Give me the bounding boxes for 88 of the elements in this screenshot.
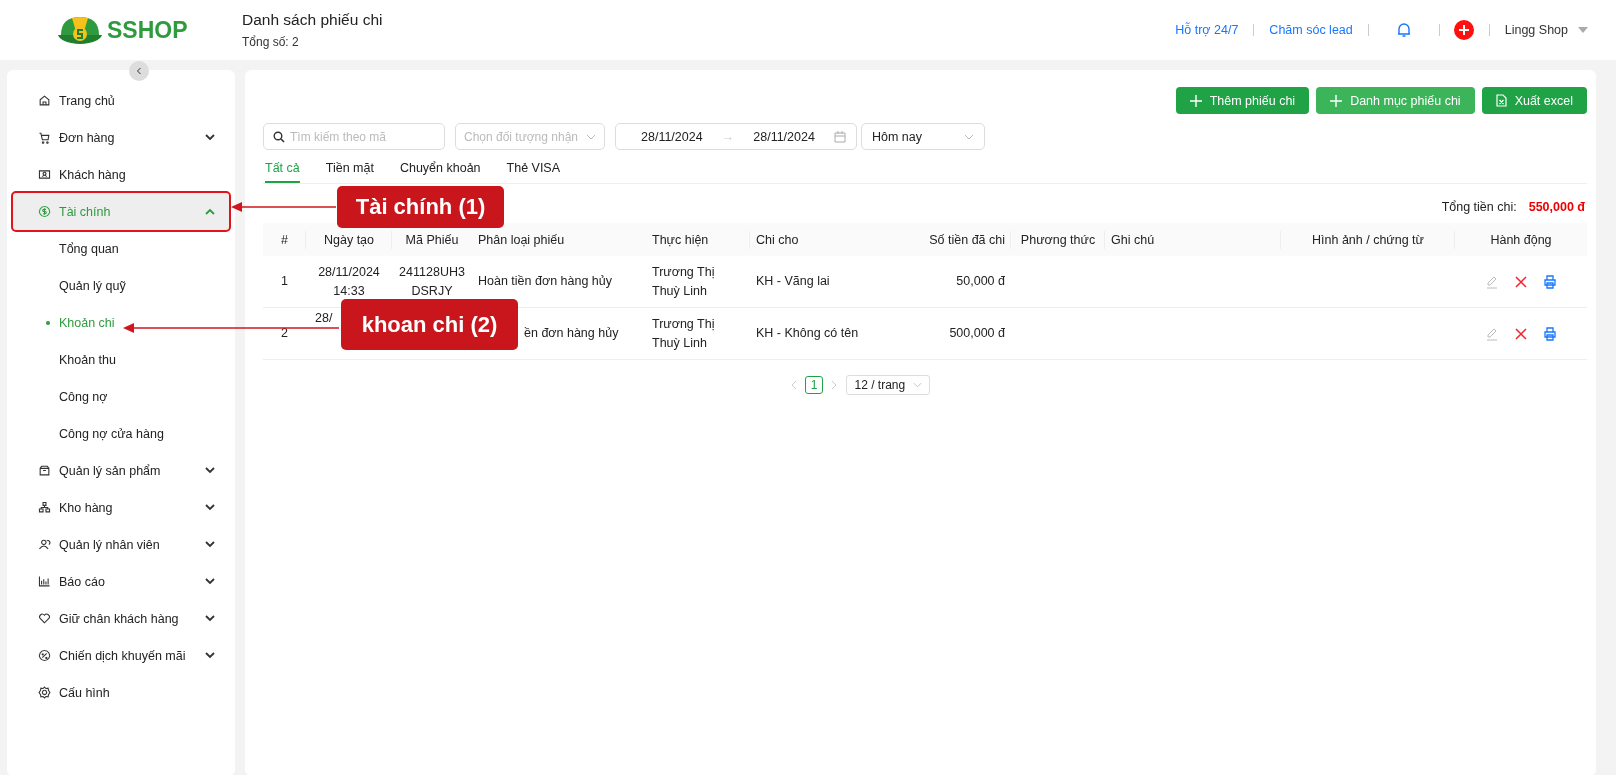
cart-icon: [38, 131, 51, 144]
notification-icon[interactable]: [1396, 22, 1411, 38]
total-label: Tổng tiền chi:: [1441, 200, 1517, 214]
edit-icon[interactable]: [1485, 326, 1499, 341]
table-cell: 1: [281, 274, 288, 288]
discount-icon: [38, 649, 51, 662]
column-header: Mã Phiếu: [404, 232, 460, 247]
file-icon: [1495, 94, 1507, 107]
total-amount: 550,000 đ: [1528, 200, 1585, 214]
sidebar-item[interactable]: Kho hàng: [13, 489, 229, 526]
bar-chart-icon: [38, 575, 51, 588]
date-range-field[interactable]: 28/11/2024 → 28/11/2024: [615, 123, 857, 150]
callout-label: Tài chính (1): [337, 186, 504, 228]
sidebar-item[interactable]: Chiến dịch khuyến mãi: [13, 637, 229, 674]
sidebar-item[interactable]: Trang chủ: [13, 82, 229, 119]
search-icon: [273, 131, 285, 143]
submenu-item[interactable]: Công nợ: [13, 378, 229, 415]
collapse-button[interactable]: [129, 61, 149, 81]
users-icon: [38, 538, 51, 551]
box-icon: [38, 464, 51, 477]
settings-icon: [38, 686, 51, 699]
print-icon[interactable]: [1543, 326, 1557, 341]
chevron-left-icon: [135, 67, 143, 75]
table-cell: Trương Thị Thuỳ Linh: [652, 264, 715, 298]
submenu-item[interactable]: Công nợ cửa hàng: [13, 415, 229, 452]
chevron-down-icon: [586, 134, 596, 140]
page-size-select[interactable]: 12 / trang: [846, 375, 931, 395]
chevron-down-icon: [913, 382, 923, 388]
active-dot: [46, 320, 50, 325]
column-header: Phân loại phiếu: [477, 232, 566, 247]
submenu-item[interactable]: Khoản thu: [13, 341, 229, 378]
submenu-item[interactable]: Khoản chi: [13, 304, 229, 341]
sidebar-item[interactable]: Khách hàng: [13, 156, 229, 193]
sidebar-item[interactable]: Đơn hàng: [13, 119, 229, 156]
table-cell: KH - Vãng lai: [756, 274, 830, 288]
home-icon: [38, 94, 51, 107]
sidebar-item[interactable]: Cấu hình: [13, 674, 229, 711]
column-header: Phương thức: [1011, 232, 1105, 247]
plus-icon: [1189, 94, 1202, 107]
column-header: Hành động: [1489, 232, 1553, 247]
table-cell: 50,000 đ: [956, 274, 1005, 288]
edit-icon[interactable]: [1485, 274, 1499, 289]
recipient-select[interactable]: Chọn đối tượng nhận: [455, 123, 605, 150]
sidebar-item[interactable]: Quản lý sản phẩm: [13, 452, 229, 489]
table-cell-text: 28/11/2024 14:33: [318, 263, 380, 300]
period-select[interactable]: Hôm nay: [861, 123, 985, 150]
print-icon[interactable]: [1543, 274, 1557, 289]
sidebar-item[interactable]: Quản lý nhân viên: [13, 526, 229, 563]
table-cell: 2: [281, 326, 288, 340]
column-header: #: [263, 232, 306, 247]
column-header: Số tiền đã chi: [907, 232, 1011, 247]
delete-icon[interactable]: [1515, 327, 1527, 340]
delete-icon[interactable]: [1515, 275, 1527, 288]
table-cell: ền đơn hàng hủy: [524, 326, 619, 340]
caret-icon[interactable]: [1578, 27, 1588, 33]
column-header: Chi cho: [755, 232, 800, 247]
callout-label: khoan chi (2): [341, 299, 518, 350]
chevron-down-icon: [964, 133, 974, 140]
plus-icon: [1330, 94, 1343, 107]
submenu-item[interactable]: Tổng quan: [13, 230, 229, 267]
tab[interactable]: Tiền mặt: [325, 158, 374, 183]
column-header: Ngày tạo: [306, 232, 392, 247]
column-header: Ghi chú: [1105, 232, 1281, 247]
table-cell: Trương Thị Thuỳ Linh: [652, 316, 715, 350]
column-header: Hình ảnh / chứng từ: [1281, 232, 1455, 247]
table-cell: KH - Không có tên: [756, 326, 859, 340]
table-cell: 241128UH3 DSRJY: [399, 264, 465, 298]
table-cell: Hoàn tiền đơn hàng hủy: [478, 274, 612, 288]
header-link[interactable]: Hỗ trợ 24/7: [1175, 23, 1239, 37]
header-link[interactable]: Chăm sóc lead: [1269, 23, 1353, 37]
hierarchy-icon: [38, 501, 51, 514]
search-field[interactable]: Tìm kiếm theo mã: [263, 123, 445, 150]
sidebar-item[interactable]: Giữ chân khách hàng: [13, 600, 229, 637]
record-count: Tổng số: 2: [242, 35, 300, 49]
calendar-icon: [833, 130, 846, 143]
tab[interactable]: Thẻ VISA: [506, 158, 561, 183]
tab[interactable]: Chuyển khoản: [399, 158, 481, 183]
column-header: Thực hiện: [646, 232, 750, 247]
logo-text: SSHOP: [107, 16, 188, 44]
dollar-icon: [38, 205, 51, 218]
heart-icon: [38, 612, 51, 625]
sidebar-item[interactable]: Báo cáo: [13, 563, 229, 600]
user-menu[interactable]: Lingg Shop: [1504, 23, 1568, 37]
add-icon[interactable]: [1453, 20, 1474, 40]
submenu-item[interactable]: Quản lý quỹ: [13, 267, 229, 304]
page-title: Danh sách phiếu chi: [242, 11, 383, 29]
id-card-icon: [38, 168, 51, 181]
table-cell: 500,000 đ: [949, 326, 1005, 340]
